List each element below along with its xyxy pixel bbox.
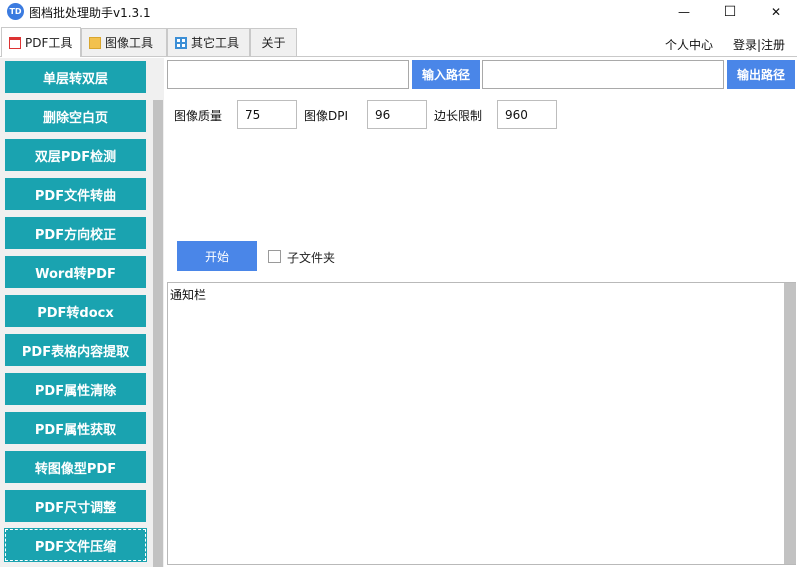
window-title: 图档批处理助手v1.3.1 — [29, 6, 151, 20]
minimize-button[interactable]: — — [661, 0, 707, 24]
sidebar-item-pdf-to-docx[interactable]: PDF转docx — [5, 295, 146, 327]
image-dpi-label: 图像DPI — [304, 109, 349, 123]
sidebar-item-pdf-props-clear[interactable]: PDF属性清除 — [5, 373, 146, 405]
sidebar-item-pdf-orientation[interactable]: PDF方向校正 — [5, 217, 146, 249]
tab-about[interactable]: 关于 — [250, 28, 297, 56]
close-icon: ✕ — [770, 5, 782, 19]
sidebar-item-pdf-props-get[interactable]: PDF属性获取 — [5, 412, 146, 444]
image-quality-input[interactable]: 75 — [237, 100, 297, 129]
app-logo-icon: TD — [7, 3, 24, 20]
minimize-icon: — — [678, 5, 690, 19]
tab-divider — [0, 56, 797, 57]
edge-limit-input[interactable]: 960 — [497, 100, 557, 129]
tab-image-tools[interactable]: 图像工具 — [81, 28, 167, 56]
image-quality-label: 图像质量 — [174, 109, 223, 123]
maximize-icon: ☐ — [723, 4, 737, 20]
sidebar-item-pdf-compress[interactable]: PDF文件压缩 — [4, 528, 147, 562]
sidebar-item-double-layer-detect[interactable]: 双层PDF检测 — [5, 139, 146, 171]
notice-title: 通知栏 — [170, 288, 207, 302]
output-path-button[interactable]: 输出路径 — [727, 60, 795, 89]
tab-label: 其它工具 — [191, 36, 240, 50]
maximize-button[interactable]: ☐ — [707, 0, 753, 24]
sidebar-item-pdf-resize[interactable]: PDF尺寸调整 — [5, 490, 146, 522]
tab-other-tools[interactable]: 其它工具 — [167, 28, 250, 56]
subfolder-label[interactable]: 子文件夹 — [287, 249, 335, 266]
pdf-file-icon — [9, 36, 21, 49]
image-file-icon — [89, 36, 101, 49]
close-window-button[interactable]: ✕ — [753, 0, 797, 24]
grid-icon — [175, 36, 187, 49]
output-path-field[interactable] — [482, 60, 724, 89]
profile-link[interactable]: 个人中心 — [665, 36, 713, 53]
sidebar-item-pdf-outline[interactable]: PDF文件转曲 — [5, 178, 146, 210]
tab-label: 关于 — [261, 36, 286, 50]
sidebar-item-delete-blank-pages[interactable]: 删除空白页 — [5, 100, 146, 132]
sidebar-item-pdf-table-extract[interactable]: PDF表格内容提取 — [5, 334, 146, 366]
image-dpi-input[interactable]: 96 — [367, 100, 427, 129]
start-button[interactable]: 开始 — [177, 241, 257, 271]
sidebar-item-single-to-double-layer[interactable]: 单层转双层 — [5, 61, 146, 93]
login-register-link[interactable]: 登录|注册 — [733, 36, 785, 53]
notice-panel — [167, 282, 796, 565]
tab-label: 图像工具 — [105, 36, 154, 50]
input-path-button[interactable]: 输入路径 — [412, 60, 480, 89]
sidebar-item-word-to-pdf[interactable]: Word转PDF — [5, 256, 146, 288]
edge-limit-label: 边长限制 — [434, 109, 483, 123]
sidebar-scrollbar-thumb[interactable] — [153, 100, 163, 567]
tab-pdf-tools[interactable]: PDF工具 — [1, 27, 81, 57]
sidebar-item-to-image-pdf[interactable]: 转图像型PDF — [5, 451, 146, 483]
tab-label: PDF工具 — [25, 36, 73, 50]
notice-scrollbar[interactable] — [784, 283, 796, 564]
input-path-field[interactable] — [167, 60, 409, 89]
subfolder-checkbox[interactable] — [268, 250, 281, 263]
